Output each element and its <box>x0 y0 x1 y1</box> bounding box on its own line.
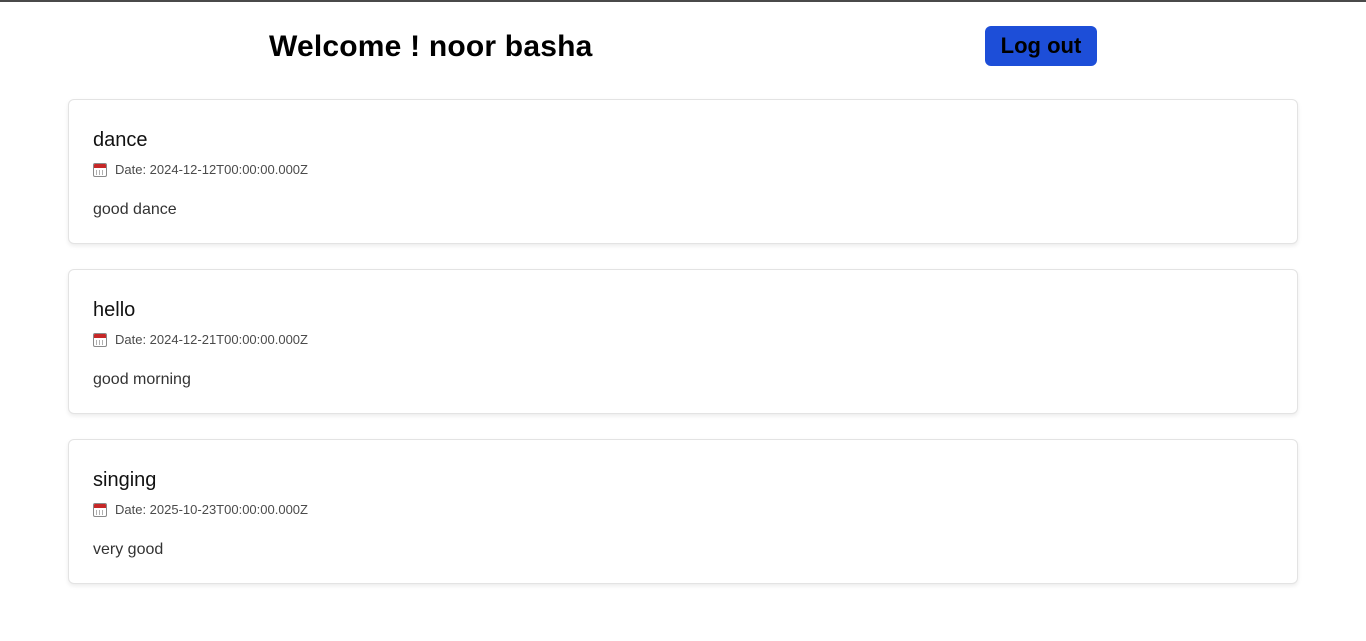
event-description: good morning <box>93 371 191 388</box>
event-list: dance Date: 2024-12-12T00:00:00.000Z goo… <box>68 99 1298 609</box>
event-card: singing Date: 2025-10-23T00:00:00.000Z v… <box>68 439 1298 584</box>
event-card: hello Date: 2024-12-21T00:00:00.000Z goo… <box>68 269 1298 414</box>
event-title: singing <box>93 469 157 491</box>
page-header: Welcome ! noor basha Log out <box>0 2 1366 98</box>
event-title: dance <box>93 129 148 151</box>
event-date: Date: 2024-12-21T00:00:00.000Z <box>93 332 1273 348</box>
welcome-heading: Welcome ! noor basha <box>269 30 593 63</box>
calendar-icon <box>93 503 107 517</box>
event-card: dance Date: 2024-12-12T00:00:00.000Z goo… <box>68 99 1298 244</box>
event-date-label: Date: 2025-10-23T00:00:00.000Z <box>115 502 308 517</box>
event-date-label: Date: 2024-12-12T00:00:00.000Z <box>115 162 308 177</box>
event-description: good dance <box>93 201 177 218</box>
event-title: hello <box>93 299 136 321</box>
event-date-label: Date: 2024-12-21T00:00:00.000Z <box>115 332 308 347</box>
event-date: Date: 2024-12-12T00:00:00.000Z <box>93 162 1273 178</box>
calendar-icon <box>93 333 107 347</box>
logout-button[interactable]: Log out <box>985 26 1097 66</box>
event-description: very good <box>93 541 164 558</box>
event-date: Date: 2025-10-23T00:00:00.000Z <box>93 502 1273 518</box>
calendar-icon <box>93 163 107 177</box>
